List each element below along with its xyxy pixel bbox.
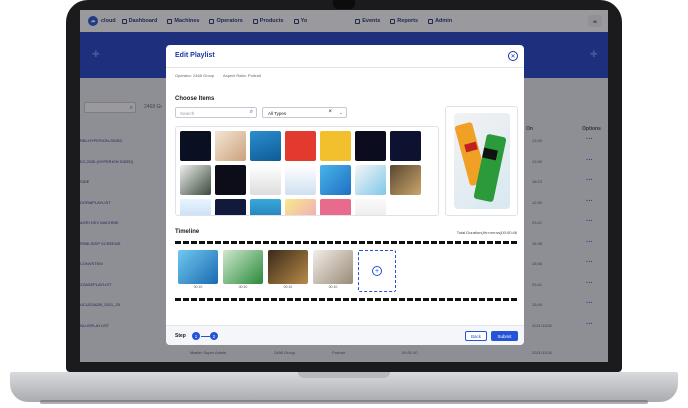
plus-icon: + [372, 266, 382, 276]
app-screen: ☁ cloud Dashboard Machines Operators Pro… [80, 10, 608, 362]
timeline-strip: 00:10 00:10 00:10 00:10 + [175, 238, 518, 304]
media-tile[interactable] [390, 131, 421, 161]
clip-duration: 00:10 [238, 285, 248, 289]
clear-icon[interactable]: × [328, 109, 332, 115]
modal-footer: Step 1 2 Back Submit [166, 325, 524, 345]
timeline-heading: Timeline [175, 229, 200, 235]
type-select[interactable]: All Types × ⌄ [262, 107, 347, 118]
step-label: Step [175, 333, 186, 339]
media-tile[interactable] [250, 131, 281, 161]
base-notch [298, 372, 390, 378]
media-tile[interactable] [180, 199, 211, 215]
media-tile[interactable] [285, 131, 316, 161]
preview-image [454, 113, 510, 209]
media-tile[interactable] [250, 199, 281, 215]
media-tile[interactable] [180, 131, 211, 161]
type-select-value: All Types [268, 111, 287, 116]
edit-playlist-modal: Edit Playlist ✕ Operator: 2468 Group Asp… [166, 45, 524, 345]
media-tile[interactable] [355, 131, 386, 161]
media-tile[interactable] [320, 131, 351, 161]
media-tile[interactable] [320, 165, 351, 195]
timeline-clip[interactable]: 00:10 [268, 250, 308, 292]
clip-thumbnail [223, 250, 263, 284]
film-perforation [175, 241, 518, 244]
aspect-info: Aspect Ratio: Portrait [223, 73, 261, 78]
modal-meta: Operator: 2468 Group Aspect Ratio: Portr… [175, 73, 269, 78]
media-tile[interactable] [250, 165, 281, 195]
clip-duration: 00:10 [328, 285, 338, 289]
laptop-mockup: ☁ cloud Dashboard Machines Operators Pro… [0, 0, 688, 408]
media-tile[interactable] [285, 199, 316, 215]
divider [166, 67, 524, 68]
chevron-down-icon[interactable]: ⌄ [339, 110, 343, 116]
stepper: 1 2 [192, 331, 218, 341]
film-perforation [175, 298, 518, 301]
back-button[interactable]: Back [465, 331, 487, 341]
media-tile[interactable] [180, 165, 211, 195]
media-tile[interactable] [215, 131, 246, 161]
camera-notch [333, 0, 355, 9]
clip-thumbnail [178, 250, 218, 284]
base-shadow [40, 400, 648, 404]
media-tile[interactable] [285, 165, 316, 195]
operator-info: Operator: 2468 Group [175, 73, 215, 78]
timeline-clip[interactable]: 00:10 [223, 250, 263, 292]
clip-thumbnail [268, 250, 308, 284]
media-preview [445, 106, 518, 216]
media-tile[interactable] [215, 165, 246, 195]
clip-duration: 00:10 [193, 285, 203, 289]
clip-duration: 00:10 [283, 285, 293, 289]
media-tile[interactable] [320, 199, 351, 215]
laptop-base [10, 372, 678, 404]
close-icon[interactable]: ✕ [508, 51, 518, 61]
submit-button[interactable]: Submit [491, 331, 518, 341]
media-tile[interactable] [390, 165, 421, 195]
energy-drink-image [454, 122, 507, 202]
media-tile[interactable] [355, 165, 386, 195]
search-placeholder: Search [180, 111, 195, 116]
choose-items-heading: Choose Items [175, 96, 215, 102]
clip-thumbnail [313, 250, 353, 284]
total-duration: Total Duration(hh:mm:ss)00:00:46 [456, 230, 517, 235]
search-icon[interactable]: ⌕ [250, 109, 253, 116]
media-tile[interactable] [355, 199, 386, 215]
media-grid [175, 126, 439, 216]
timeline-clip[interactable]: 00:10 [178, 250, 218, 292]
add-clip-button[interactable]: + [358, 250, 396, 292]
step-2[interactable]: 2 [210, 332, 218, 340]
modal-title: Edit Playlist [175, 52, 215, 59]
timeline-clip[interactable]: 00:10 [313, 250, 353, 292]
item-search-input[interactable]: Search ⌕ [175, 107, 257, 118]
media-tile[interactable] [390, 199, 421, 215]
step-1[interactable]: 1 [192, 332, 200, 340]
step-connector [201, 336, 210, 337]
media-tile[interactable] [215, 199, 246, 215]
